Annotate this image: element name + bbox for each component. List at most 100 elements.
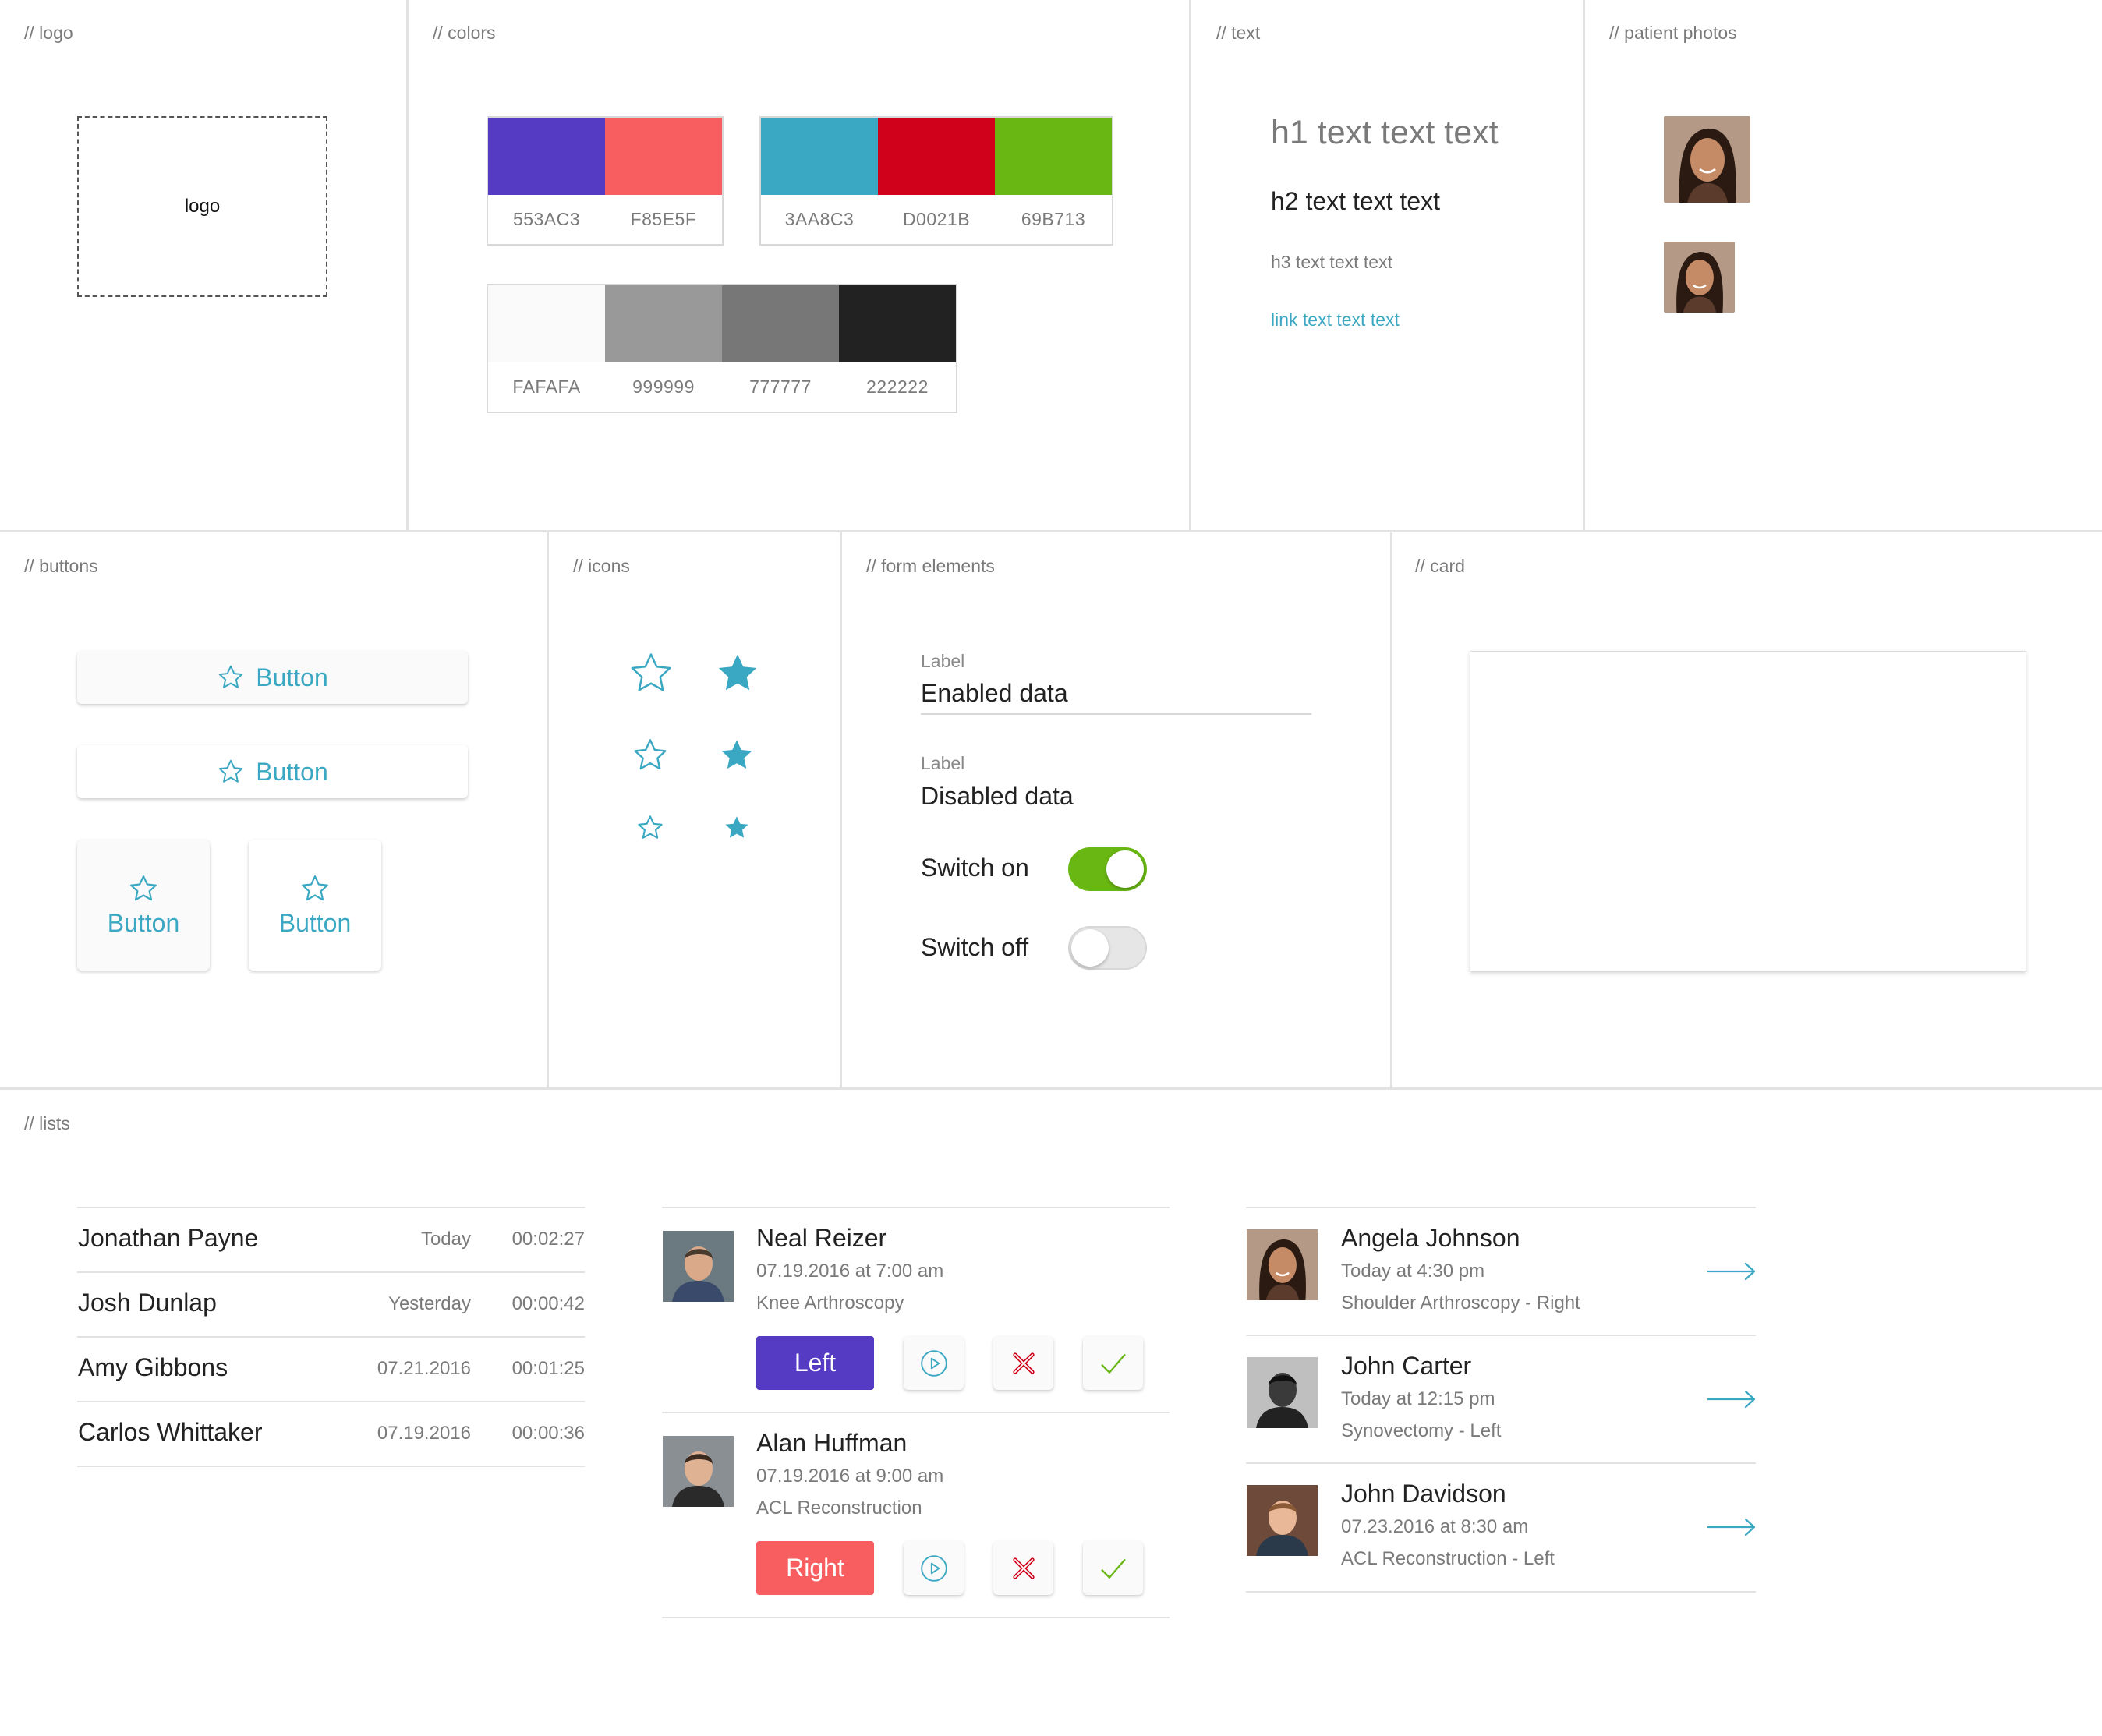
call-duration: 00:02:27 xyxy=(511,1229,585,1250)
switch-on-toggle[interactable] xyxy=(1068,847,1147,891)
divider xyxy=(547,531,549,1088)
call-date: 07.21.2016 xyxy=(377,1358,471,1379)
enabled-field-label: Label xyxy=(921,651,965,671)
call-list-row[interactable]: Carlos Whittaker 07.19.2016 00:00:36 xyxy=(77,1401,585,1464)
call-list-row[interactable]: Jonathan Payne Today 00:02:27 xyxy=(77,1207,585,1270)
star-outline-icon xyxy=(130,875,157,900)
call-date: Yesterday xyxy=(388,1293,471,1314)
patient-procedure: ACL Reconstruction - Left xyxy=(1341,1548,1555,1569)
play-icon xyxy=(919,1554,949,1583)
color-swatch: 999999 xyxy=(605,285,722,412)
enabled-field-underline xyxy=(921,713,1311,715)
divider xyxy=(1189,0,1191,531)
close-button[interactable] xyxy=(993,1541,1053,1595)
color-swatch-fill xyxy=(605,285,722,362)
sample-link[interactable]: link text text text xyxy=(1271,309,1400,331)
close-icon xyxy=(1009,1349,1039,1378)
raised-button-label: Button xyxy=(256,663,328,691)
color-swatch-fill xyxy=(878,118,995,195)
color-swatch: 222222 xyxy=(839,285,956,412)
avatar xyxy=(663,1436,734,1507)
call-name: Jonathan Payne xyxy=(78,1224,259,1252)
check-button[interactable] xyxy=(1083,1336,1143,1390)
close-button[interactable] xyxy=(993,1336,1053,1390)
color-swatch: D0021B xyxy=(878,118,995,244)
square-flat-button[interactable]: Button xyxy=(249,840,381,971)
logo-placeholder: logo xyxy=(77,116,327,297)
section-title-lists: // lists xyxy=(24,1113,70,1133)
patient-name: Angela Johnson xyxy=(1341,1224,1520,1252)
patient-list-item[interactable]: John Carter Today at 12:15 pm Synovectomy … xyxy=(1246,1335,1756,1463)
color-swatch-code: F85E5F xyxy=(630,209,697,229)
case-side-button[interactable]: Left xyxy=(756,1336,874,1390)
case-datetime: 07.19.2016 at 7:00 am xyxy=(756,1260,944,1282)
square-flat-button-label: Button xyxy=(278,908,352,937)
patient-photo-small xyxy=(1664,242,1735,313)
play-button[interactable] xyxy=(904,1541,964,1595)
color-swatch-code: 999999 xyxy=(632,377,695,397)
star-outline-icon xyxy=(638,815,663,839)
color-swatch: 3AA8C3 xyxy=(761,118,878,244)
section-title-card: // card xyxy=(1415,556,1465,576)
sample-h3: h3 text text text xyxy=(1271,252,1392,272)
case-side-button[interactable]: Right xyxy=(756,1541,874,1595)
star-filled-icon xyxy=(721,740,752,769)
palette-status: 3AA8C3 D0021B 69B713 xyxy=(759,116,1113,246)
color-swatch-code: 777777 xyxy=(749,377,812,397)
case-name: Neal Reizer xyxy=(756,1224,887,1252)
enabled-field-value[interactable]: Enabled data xyxy=(921,679,1068,708)
play-icon xyxy=(919,1349,949,1378)
arrow-right-icon[interactable] xyxy=(1707,1517,1756,1541)
call-date: Today xyxy=(420,1229,471,1250)
section-title-logo: // logo xyxy=(24,23,73,43)
section-title-buttons: // buttons xyxy=(24,556,98,576)
patient-procedure: Synovectomy - Left xyxy=(1341,1420,1502,1441)
divider xyxy=(1390,531,1392,1088)
arrow-right-icon[interactable] xyxy=(1707,1389,1756,1413)
square-raised-button[interactable]: Button xyxy=(77,840,210,971)
section-title-icons: // icons xyxy=(573,556,630,576)
divider xyxy=(0,1087,2102,1090)
color-swatch-code: D0021B xyxy=(902,209,971,229)
list-bottom-divider xyxy=(662,1617,1170,1618)
patient-name: John Davidson xyxy=(1341,1480,1506,1508)
call-name: Amy Gibbons xyxy=(78,1353,228,1381)
palette-grays: FAFAFA 999999 777777 222222 xyxy=(487,284,957,413)
call-list-row[interactable]: Amy Gibbons 07.21.2016 00:01:25 xyxy=(77,1336,585,1399)
divider xyxy=(1583,0,1585,531)
check-button[interactable] xyxy=(1083,1541,1143,1595)
color-swatch: 69B713 xyxy=(995,118,1112,244)
section-title-text: // text xyxy=(1216,23,1261,43)
raised-button[interactable]: Button xyxy=(77,651,468,704)
color-swatch-fill xyxy=(488,285,605,362)
disabled-field-value: Disabled data xyxy=(921,782,1074,810)
color-swatch-code: 69B713 xyxy=(1021,209,1086,229)
avatar xyxy=(1247,1357,1318,1428)
color-swatch-fill xyxy=(839,285,956,362)
patient-list-item[interactable]: John Davidson 07.23.2016 at 8:30 am ACL Re… xyxy=(1246,1462,1756,1591)
call-name: Carlos Whittaker xyxy=(78,1418,263,1446)
avatar xyxy=(1247,1229,1318,1300)
case-list-item: Neal Reizer 07.19.2016 at 7:00 am Knee Art… xyxy=(662,1207,1170,1412)
switch-off-toggle[interactable] xyxy=(1068,926,1147,970)
section-title-photos: // patient photos xyxy=(1609,23,1737,43)
palette-brand: 553AC3 F85E5F xyxy=(487,116,724,246)
call-duration: 00:01:25 xyxy=(511,1358,585,1379)
list-bottom-divider xyxy=(1246,1591,1756,1593)
patient-list-item[interactable]: Angela Johnson Today at 4:30 pm Shoulder A… xyxy=(1246,1207,1756,1335)
section-title-colors: // colors xyxy=(433,23,496,43)
star-outline-icon xyxy=(219,665,243,688)
color-swatch-code: 222222 xyxy=(866,377,929,397)
color-swatch-fill xyxy=(488,118,605,195)
divider xyxy=(406,0,409,531)
arrow-right-icon[interactable] xyxy=(1707,1261,1756,1285)
call-list-row[interactable]: Josh Dunlap Yesterday 00:00:42 xyxy=(77,1271,585,1335)
flat-button[interactable]: Button xyxy=(77,745,468,798)
play-button[interactable] xyxy=(904,1336,964,1390)
case-list-item: Alan Huffman 07.19.2016 at 9:00 am ACL Rec… xyxy=(662,1412,1170,1617)
case-datetime: 07.19.2016 at 9:00 am xyxy=(756,1466,944,1487)
case-name: Alan Huffman xyxy=(756,1429,908,1457)
star-outline-icon xyxy=(634,739,667,770)
patient-photo-large xyxy=(1664,116,1750,203)
color-swatch-fill xyxy=(722,285,839,362)
